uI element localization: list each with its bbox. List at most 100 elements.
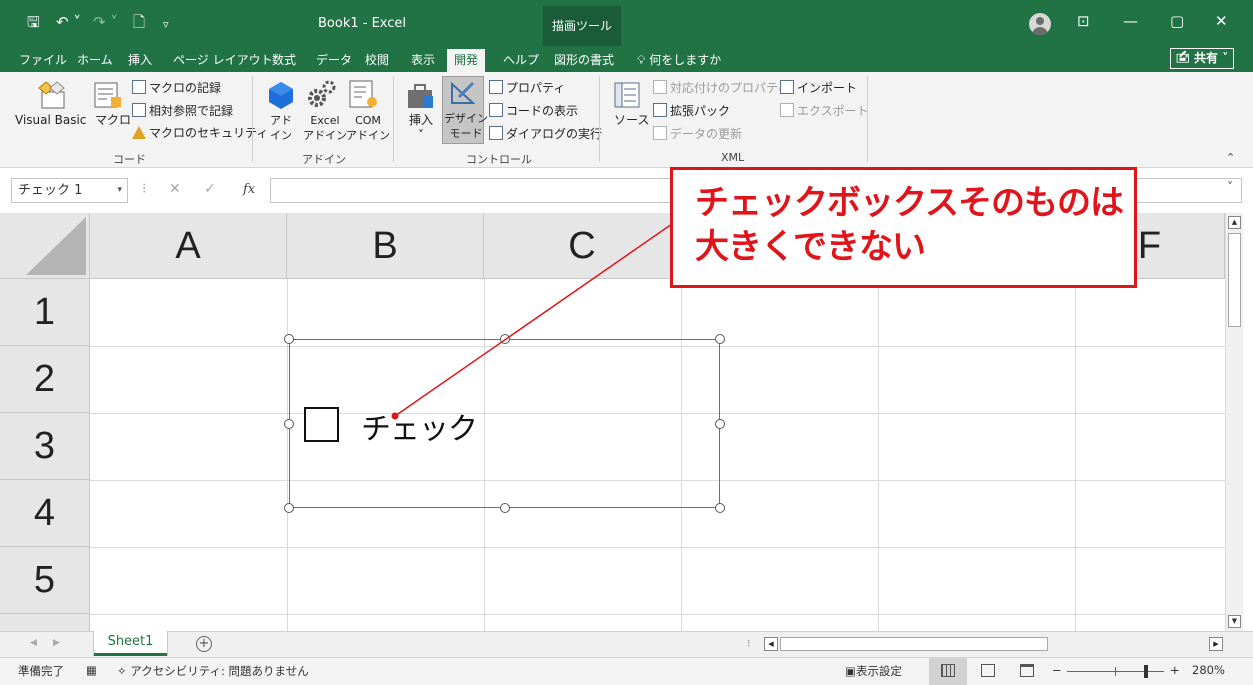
tab-developer[interactable]: 開発: [447, 49, 486, 72]
excel-addins-button[interactable]: Excel アドイン: [303, 113, 347, 143]
expansion-packs-icon: [653, 103, 667, 117]
minimize-button[interactable]: —: [1123, 12, 1138, 30]
zoom-in-button[interactable]: +: [1170, 663, 1180, 677]
zoom-level[interactable]: 280%: [1192, 663, 1225, 677]
resize-handle[interactable]: [284, 503, 294, 513]
refresh-data-button[interactable]: データの更新: [653, 126, 742, 142]
normal-view-button[interactable]: [929, 658, 967, 685]
name-box[interactable]: チェック 1 ▾: [11, 178, 128, 203]
tab-view[interactable]: 表示: [404, 49, 442, 72]
map-properties-button[interactable]: 対応付けのプロパティ: [653, 80, 789, 96]
tab-data[interactable]: データ: [309, 49, 359, 72]
tab-page-layout[interactable]: ページ レイアウト: [166, 49, 280, 72]
column-header-a[interactable]: A: [90, 213, 287, 279]
add-sheet-icon[interactable]: +: [196, 636, 212, 652]
resize-handle[interactable]: [500, 334, 510, 344]
enter-icon[interactable]: ✓: [204, 181, 216, 197]
row-header-1[interactable]: 1: [0, 279, 90, 346]
accessibility-status[interactable]: ✧ アクセシビリティ: 問題ありません: [117, 663, 309, 679]
row-header-4[interactable]: 4: [0, 480, 90, 547]
scroll-right-icon[interactable]: ▶: [1209, 637, 1223, 651]
new-document-icon[interactable]: 🗋: [133, 12, 145, 32]
expand-formula-bar-icon[interactable]: ˅: [1227, 180, 1233, 194]
cancel-icon[interactable]: ✕: [169, 181, 181, 197]
column-header-b[interactable]: B: [287, 213, 484, 279]
row-header-5[interactable]: 5: [0, 547, 90, 614]
page-layout-view-icon[interactable]: [981, 664, 995, 677]
row-header-6[interactable]: [0, 614, 90, 631]
expansion-packs-button[interactable]: 拡張パック: [653, 103, 730, 119]
column-header-c[interactable]: C: [484, 213, 681, 279]
annotation-callout: チェックボックスそのものは 大きくできない: [670, 167, 1137, 288]
row-header-2[interactable]: 2: [0, 346, 90, 413]
macro-recording-icon[interactable]: ▦: [86, 663, 97, 677]
relative-reference-button[interactable]: 相対参照で記録: [132, 103, 233, 119]
insert-control-button[interactable]: 挿入 ˅: [409, 113, 433, 143]
view-code-button[interactable]: コードの表示: [489, 103, 578, 119]
export-button[interactable]: エクスポート: [780, 103, 869, 119]
zoom-out-button[interactable]: −: [1052, 663, 1062, 677]
com-addins-label-1: COM: [355, 114, 381, 127]
share-button[interactable]: 🖆 共有 ˅: [1170, 48, 1234, 69]
account-avatar-icon[interactable]: [1029, 13, 1051, 35]
visual-basic-button[interactable]: Visual Basic: [15, 113, 86, 128]
restore-button[interactable]: ▢: [1170, 12, 1184, 30]
checkbox-control-selection[interactable]: [289, 339, 720, 508]
sheet-tab-sheet1[interactable]: Sheet1: [94, 631, 167, 656]
macro-security-button[interactable]: マクロのセキュリティ: [132, 126, 268, 141]
map-properties-icon: [653, 80, 667, 94]
resize-handle[interactable]: [284, 419, 294, 429]
design-mode-button[interactable]: デザイン モード: [442, 76, 488, 144]
split-dots-icon[interactable]: ⁝: [747, 637, 751, 650]
tab-file[interactable]: ファイル: [12, 49, 74, 72]
properties-button[interactable]: プロパティ: [489, 80, 565, 96]
display-settings-button[interactable]: ▣表示設定: [845, 663, 902, 679]
horizontal-scroll-thumb[interactable]: [780, 637, 1048, 651]
addins-button[interactable]: アド イン: [270, 113, 292, 143]
tell-me-label: 何をしますか: [649, 53, 722, 67]
tell-me-search[interactable]: 💡︎ 何をしますか: [630, 49, 728, 72]
scroll-down-icon[interactable]: ▼: [1228, 615, 1241, 628]
relative-reference-label: 相対参照で記録: [149, 104, 234, 118]
redo-button[interactable]: ↷ ˅: [93, 12, 118, 32]
run-dialog-button[interactable]: ダイアログの実行: [489, 126, 602, 142]
checkbox-label[interactable]: チェック: [361, 404, 478, 448]
sheet-nav-prev-icon[interactable]: ◀: [30, 638, 37, 648]
tab-help[interactable]: ヘルプ: [496, 49, 546, 72]
scroll-left-icon[interactable]: ◀: [764, 637, 778, 651]
group-label-controls: コントロール: [466, 153, 532, 166]
ribbon-display-options-icon[interactable]: ⊡: [1077, 12, 1090, 30]
checkbox-square[interactable]: [304, 407, 339, 442]
resize-handle[interactable]: [715, 419, 725, 429]
collapse-ribbon-icon[interactable]: ⌃: [1226, 151, 1235, 164]
scroll-thumb[interactable]: [1228, 233, 1241, 327]
customize-qat-button[interactable]: ▿: [163, 15, 169, 35]
resize-handle[interactable]: [715, 503, 725, 513]
scroll-up-icon[interactable]: ▲: [1228, 216, 1241, 229]
tab-review[interactable]: 校閲: [358, 49, 396, 72]
close-button[interactable]: ✕: [1215, 12, 1228, 30]
xml-source-button[interactable]: ソース: [614, 113, 649, 128]
vertical-scrollbar[interactable]: ▲ ▼: [1225, 213, 1243, 631]
resize-handle[interactable]: [284, 334, 294, 344]
macros-button[interactable]: マクロ: [95, 113, 131, 128]
row-header-3[interactable]: 3: [0, 413, 90, 480]
tab-shape-format[interactable]: 図形の書式: [547, 49, 621, 72]
import-button[interactable]: インポート: [780, 80, 857, 96]
com-addins-button[interactable]: COM アドイン: [346, 113, 390, 143]
insert-function-icon[interactable]: fx: [243, 182, 255, 197]
view-code-label: コードの表示: [506, 104, 579, 118]
resize-handle[interactable]: [500, 503, 510, 513]
record-macro-button[interactable]: マクロの記録: [132, 80, 221, 96]
save-icon[interactable]: 🖫: [27, 12, 40, 32]
tab-home[interactable]: ホーム: [70, 49, 120, 72]
page-break-preview-icon[interactable]: [1020, 664, 1034, 677]
tab-insert[interactable]: 挿入: [121, 49, 159, 72]
chevron-down-icon[interactable]: ▾: [117, 179, 122, 202]
tab-formulas[interactable]: 数式: [265, 49, 303, 72]
resize-handle[interactable]: [715, 334, 725, 344]
sheet-nav-next-icon[interactable]: ▶: [53, 638, 60, 648]
undo-button[interactable]: ↶ ˅: [56, 12, 81, 32]
select-all-button[interactable]: [0, 213, 90, 279]
zoom-slider-thumb[interactable]: [1144, 665, 1148, 678]
